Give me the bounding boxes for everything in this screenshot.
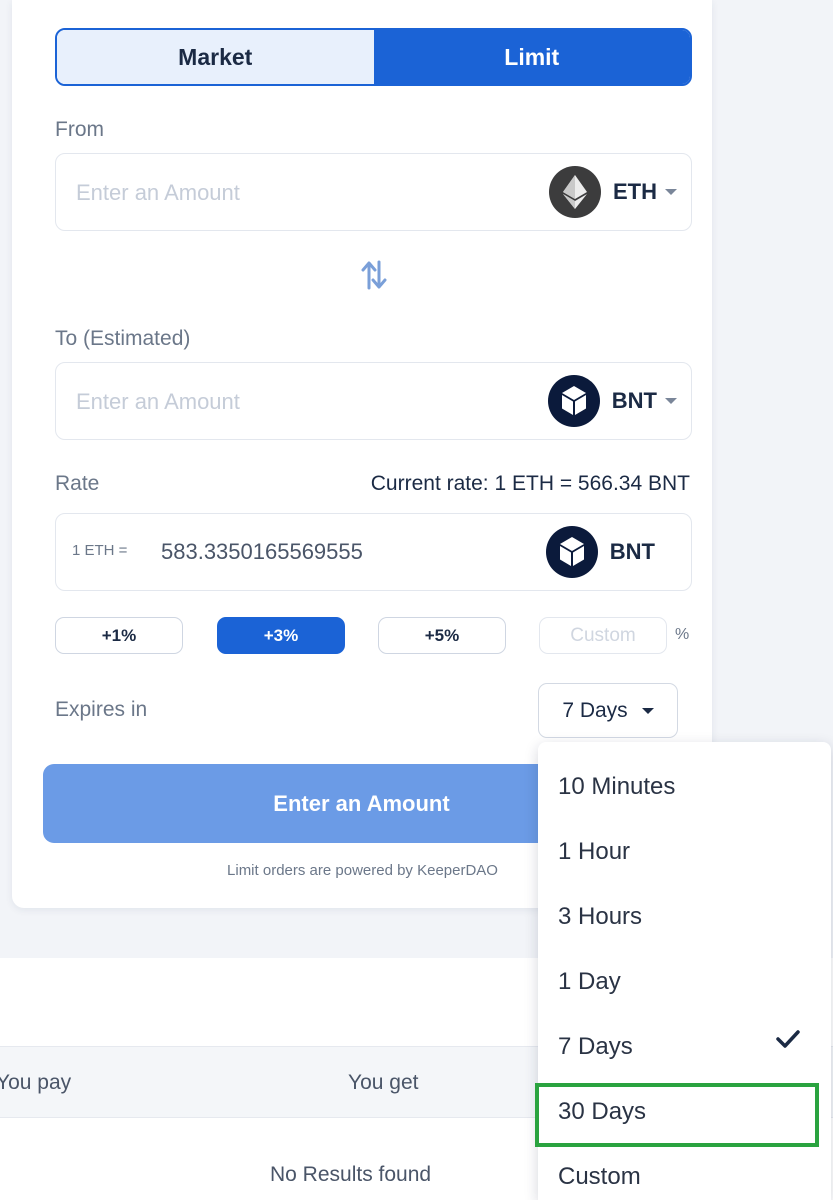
- chevron-down-icon: [641, 707, 654, 714]
- expires-dropdown-menu: 10 Minutes 1 Hour 3 Hours 1 Day 7 Days 3…: [538, 742, 831, 1200]
- percent-sign: %: [675, 626, 690, 643]
- rate-plus-3-button[interactable]: +3%: [217, 617, 345, 654]
- from-token-selector[interactable]: ETH: [549, 166, 677, 218]
- chevron-down-icon: [665, 398, 677, 404]
- from-field: ETH: [55, 153, 692, 231]
- tab-limit[interactable]: Limit: [373, 30, 690, 84]
- chevron-down-icon: [665, 189, 677, 195]
- to-token-selector[interactable]: BNT: [547, 375, 677, 427]
- bancor-icon: [545, 526, 598, 578]
- rate-plus-5-button[interactable]: +5%: [378, 617, 506, 654]
- menu-item-30-days[interactable]: 30 Days: [538, 1080, 831, 1144]
- to-amount-input[interactable]: [76, 385, 496, 419]
- rate-token-symbol: BNT: [609, 539, 655, 564]
- column-you-get: You get: [348, 1071, 419, 1094]
- eth-icon: [549, 166, 601, 218]
- rate-prefix: 1 ETH =: [72, 542, 128, 559]
- rate-plus-1-button[interactable]: +1%: [55, 617, 183, 654]
- rate-custom-input[interactable]: [539, 617, 667, 654]
- rate-field: 1 ETH = 583.3350165569555 BNT: [55, 513, 692, 591]
- to-field: BNT: [55, 362, 692, 440]
- expires-selected-value: 7 Days: [562, 698, 628, 722]
- rate-label: Rate: [55, 472, 100, 495]
- rate-input[interactable]: 583.3350165569555: [161, 539, 363, 565]
- to-label: To (Estimated): [55, 327, 191, 350]
- menu-item-3-hours[interactable]: 3 Hours: [538, 885, 831, 949]
- menu-item-1-day[interactable]: 1 Day: [538, 950, 831, 1014]
- column-you-pay: You pay: [0, 1071, 72, 1094]
- from-label: From: [55, 118, 104, 141]
- menu-item-label: 7 Days: [558, 1033, 633, 1060]
- menu-item-custom[interactable]: Custom: [538, 1145, 831, 1200]
- menu-item-1-hour[interactable]: 1 Hour: [538, 820, 831, 884]
- from-amount-input[interactable]: [76, 176, 496, 210]
- tab-market[interactable]: Market: [57, 30, 374, 84]
- expires-label: Expires in: [55, 698, 148, 721]
- from-token-symbol: ETH: [613, 179, 657, 204]
- swap-direction-icon[interactable]: [360, 260, 388, 290]
- to-token-symbol: BNT: [611, 388, 657, 413]
- rate-token: BNT: [545, 526, 677, 578]
- expires-select[interactable]: 7 Days: [538, 683, 678, 738]
- order-type-toggle: Market Limit: [55, 28, 692, 86]
- empty-state: No Results found: [270, 1163, 432, 1186]
- current-rate: Current rate: 1 ETH = 566.34 BNT: [370, 472, 690, 495]
- menu-item-10-minutes[interactable]: 10 Minutes: [538, 755, 831, 819]
- bancor-icon: [547, 375, 600, 427]
- checkmark-icon: [775, 1029, 801, 1054]
